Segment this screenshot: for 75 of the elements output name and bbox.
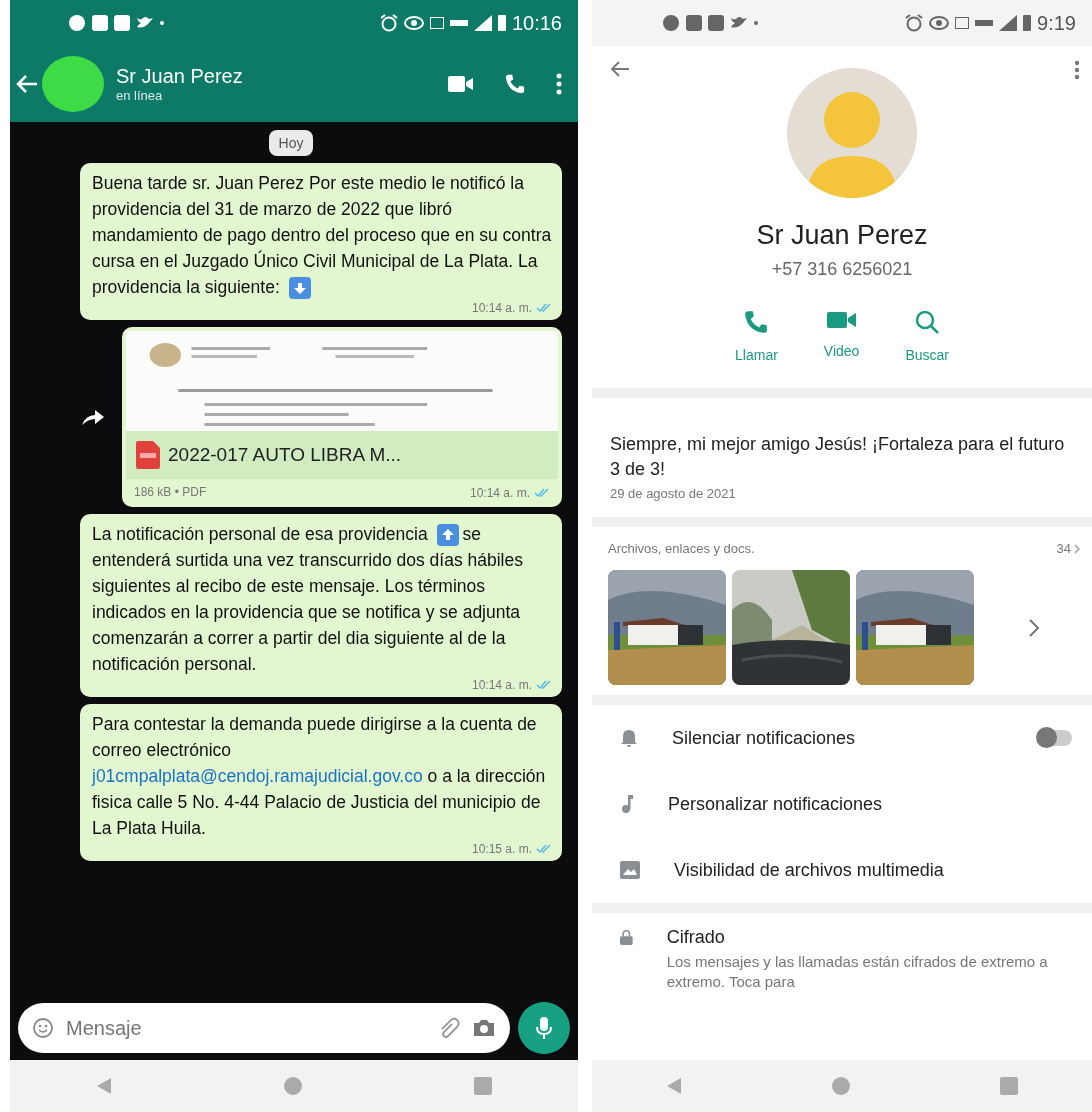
date-chip: Hoy — [268, 130, 314, 156]
signal-icon — [999, 15, 1018, 31]
eye-icon — [403, 16, 424, 30]
bell-icon — [620, 728, 638, 748]
emoji-icon[interactable] — [32, 1017, 54, 1039]
microphone-button[interactable] — [518, 1002, 570, 1054]
setting-label[interactable]: Personalizar notificaciones — [668, 793, 1072, 815]
home-icon[interactable] — [283, 1076, 303, 1096]
battery-icon — [497, 15, 506, 31]
encryption-text: Los mensajes y las llamadas están cifrados de extremo a extremo. Toca para — [666, 952, 1049, 992]
menu-icon[interactable] — [556, 73, 562, 95]
recents-icon[interactable] — [474, 1077, 493, 1095]
video-camera-icon — [826, 309, 857, 331]
circle-app-icon — [68, 14, 86, 32]
email-link[interactable]: j01cmpalplata@cendoj.ramajudicial.gov.co — [92, 766, 423, 786]
battery-icon — [1023, 15, 1032, 31]
chevron-right-icon[interactable] — [1074, 543, 1080, 554]
call-action-button[interactable]: Llamar — [729, 308, 784, 364]
square-app-icon — [686, 15, 702, 31]
message-text: La notificación personal de esa providencia se entenderá surtida una vez transcurrido dos días hábiles siguientes al recibo de este mensaje. Los términos indicados en la providencia que se notifica y se adjunta comenzarán a correr a partir del dia siguiente al de la notificación personal. — [92, 523, 524, 676]
bird-icon — [136, 16, 154, 30]
media-section-title: Archivos, enlaces y docs. — [608, 541, 755, 556]
chevron-right-icon[interactable] — [1028, 617, 1040, 638]
contact-status: en línea — [116, 88, 164, 103]
message-text: Para contestar la demanda puede dirigirse a la cuenta de correo electrónico j01cmpalplata@cendoj.ramajudicial.gov.co o a la dirección fisica calle 5 No. 4-44 Palacio de Justicia del municipio de La Plata Huila. — [92, 713, 547, 840]
status-time: 10:16 — [511, 11, 562, 35]
message-time: 10:14 a. m. — [471, 677, 532, 693]
camera-icon[interactable] — [472, 1018, 496, 1038]
search-action-button[interactable]: Buscar — [899, 308, 955, 364]
contact-name: Sr Juan Perez — [755, 220, 929, 251]
file-info: 186 kB • PDF — [134, 485, 207, 501]
eye-icon — [929, 16, 950, 30]
message-time: 10:14 a. m. — [471, 300, 532, 316]
phone-number: +57 316 6256021 — [770, 259, 914, 280]
recents-icon[interactable] — [999, 1077, 1018, 1095]
phone-icon[interactable] — [504, 73, 526, 95]
setting-label[interactable]: Visibilidad de archivos multimedia — [674, 859, 1072, 881]
search-icon — [914, 309, 941, 335]
music-note-icon — [620, 794, 634, 814]
message-time: 10:14 a. m. — [469, 485, 530, 501]
square-app-icon — [92, 15, 108, 31]
dot-icon — [754, 21, 758, 25]
image-icon — [620, 861, 640, 879]
message-time: 10:15 a. m. — [471, 841, 532, 857]
setting-label[interactable]: Silenciar notificaciones — [672, 727, 1004, 749]
about-text: Siempre, mi mejor amigo Jesús! ¡Fortaleza para el futuro 3 de 3! — [610, 433, 1066, 481]
media-count[interactable]: 34 — [1056, 541, 1071, 556]
microphone-icon — [536, 1016, 552, 1040]
video-camera-icon[interactable] — [448, 75, 474, 93]
alarm-icon — [379, 14, 398, 32]
square-app-icon — [114, 15, 130, 31]
status-time: 9:19 — [1037, 11, 1076, 35]
circle-app-icon — [662, 14, 680, 32]
menu-icon[interactable] — [1074, 60, 1080, 80]
lock-icon — [620, 927, 633, 947]
toggle-switch[interactable] — [1038, 730, 1072, 746]
dot-icon — [160, 21, 164, 25]
contact-name[interactable]: Sr Juan Perez — [116, 65, 418, 88]
pdf-file-icon — [136, 441, 160, 469]
phone-icon — [743, 309, 770, 335]
avatar[interactable] — [42, 56, 104, 112]
home-icon[interactable] — [831, 1076, 851, 1096]
document-message[interactable]: 2022-017 AUTO LIBRA M... 186 kB • PDF 10:14 a. m. — [122, 327, 562, 507]
signal-icon — [473, 15, 492, 31]
back-icon[interactable] — [610, 60, 630, 78]
alarm-icon — [905, 14, 924, 32]
message-field[interactable]: Mensaje — [18, 1003, 510, 1053]
bird-icon — [730, 16, 748, 30]
message-text: Buena tarde sr. Juan Perez Por este medio le notificó la providencia del 31 de marzo de 2022 que libró mandamiento de pago dentro del proceso que en su contra cursa en el Juzgado Único Civil Municipal de La Plata. La providencia la siguiente: — [92, 170, 552, 300]
about-date: 29 de agosto de 2021 — [610, 486, 737, 501]
forward-icon — [80, 407, 106, 427]
video-action-button[interactable]: Video — [817, 308, 866, 364]
square-app-icon — [708, 15, 724, 31]
file-name: 2022-017 AUTO LIBRA M... — [168, 444, 402, 466]
encryption-title[interactable]: Cifrado — [666, 927, 1072, 948]
